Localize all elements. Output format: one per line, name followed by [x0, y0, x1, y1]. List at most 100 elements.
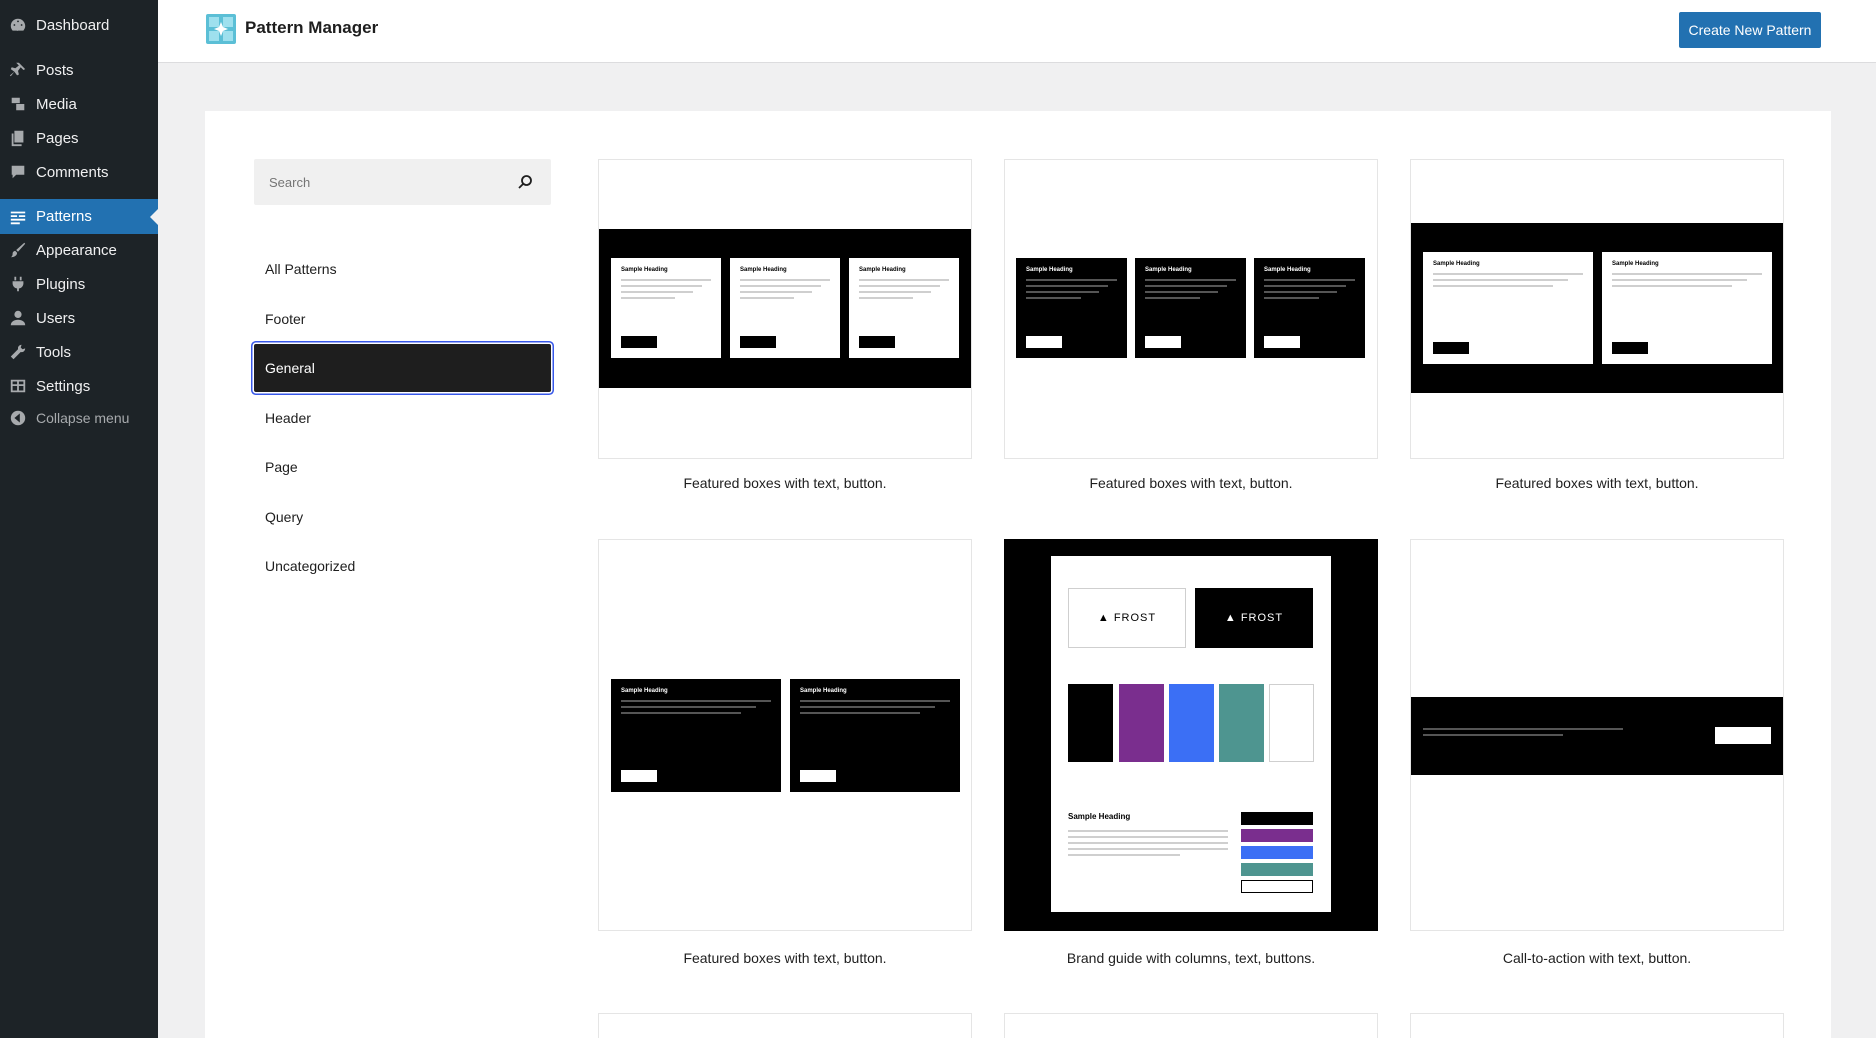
- color-swatch-black: [1068, 684, 1113, 762]
- preview-box: Sample Heading: [611, 258, 721, 358]
- preview-band: Sample Heading Sample Heading: [1411, 223, 1783, 393]
- preview-button: [1612, 342, 1648, 354]
- preview-box: Sample Heading: [730, 258, 840, 358]
- sidebar-item-label: Dashboard: [36, 16, 110, 34]
- pattern-preview-card[interactable]: Sample Heading Sample Heading: [1410, 159, 1784, 459]
- preview-button: [1433, 342, 1469, 354]
- users-icon: [8, 308, 28, 328]
- preview-button: [800, 770, 836, 782]
- category-footer[interactable]: Footer: [254, 295, 551, 343]
- search-box: [254, 159, 551, 205]
- category-general[interactable]: General: [254, 344, 551, 392]
- category-query[interactable]: Query: [254, 493, 551, 541]
- frost-logo-light: ▲ FROST: [1068, 588, 1186, 648]
- preview-heading: Sample Heading: [740, 267, 787, 273]
- brand-guide-preview: ▲ FROST ▲ FROST Sample Heading: [1051, 556, 1331, 912]
- sidebar-item-dashboard[interactable]: Dashboard: [0, 8, 158, 42]
- pattern-preview-card[interactable]: Sample Heading Sample Heading Sample Hea…: [1004, 159, 1378, 459]
- preview-heading: Sample Heading: [1433, 261, 1480, 267]
- sidebar-item-label: Users: [36, 309, 76, 327]
- preview-box: Sample Heading: [1016, 258, 1127, 358]
- search-input[interactable]: [254, 159, 515, 205]
- pattern-caption: Featured boxes with text, button.: [683, 950, 887, 966]
- pattern-preview-card[interactable]: [1410, 539, 1784, 931]
- pattern-preview-card[interactable]: [1410, 1013, 1784, 1038]
- pattern-manager-panel: All Patterns Footer General Header Page …: [205, 111, 1831, 1038]
- pattern-preview-card[interactable]: Sample Heading Sample Heading Sample Hea…: [598, 159, 972, 459]
- sidebar-item-users[interactable]: Users: [0, 301, 158, 335]
- pattern-preview-card[interactable]: [1004, 1013, 1378, 1038]
- sidebar-item-appearance[interactable]: Appearance: [0, 233, 158, 267]
- color-swatch-teal: [1219, 684, 1264, 762]
- preview-box: Sample Heading: [611, 679, 781, 792]
- preview-heading: Sample Heading: [621, 688, 668, 694]
- preview-button: [1026, 336, 1062, 348]
- create-new-pattern-button[interactable]: Create New Pattern: [1679, 12, 1821, 48]
- sidebar-item-label: Posts: [36, 61, 74, 79]
- plugins-icon: [8, 274, 28, 294]
- sidebar-item-label: Media: [36, 95, 77, 113]
- preview-button: [1264, 336, 1300, 348]
- admin-sidebar: Dashboard Posts Media Pages Comments Pat…: [0, 0, 158, 1038]
- category-uncategorized[interactable]: Uncategorized: [254, 542, 551, 590]
- pattern-caption: Brand guide with columns, text, buttons.: [1066, 950, 1316, 966]
- color-swatch-purple: [1119, 684, 1164, 762]
- sidebar-item-patterns[interactable]: Patterns: [0, 199, 158, 234]
- preview-box: Sample Heading: [1602, 252, 1772, 364]
- sidebar-item-plugins[interactable]: Plugins: [0, 267, 158, 301]
- preview-heading: Sample Heading: [800, 688, 847, 694]
- preview-heading: Sample Heading: [1068, 812, 1131, 821]
- category-page[interactable]: Page: [254, 443, 551, 491]
- preview-button: [740, 336, 776, 348]
- preview-button: [621, 770, 657, 782]
- preview-heading: Sample Heading: [621, 267, 668, 273]
- pattern-preview-card[interactable]: [598, 1013, 972, 1038]
- search-icon[interactable]: [515, 172, 535, 192]
- sidebar-item-label: Settings: [36, 377, 91, 395]
- sidebar-item-media[interactable]: Media: [0, 87, 158, 121]
- collapse-menu-button[interactable]: Collapse menu: [0, 401, 158, 435]
- color-swatch-blue: [1169, 684, 1214, 762]
- pattern-caption: Featured boxes with text, button.: [1089, 475, 1293, 491]
- preview-heading: Sample Heading: [859, 267, 906, 273]
- preview-box: Sample Heading: [1254, 258, 1365, 358]
- sidebar-item-label: Comments: [36, 163, 109, 181]
- cta-band: [1411, 697, 1783, 775]
- sidebar-item-label: Patterns: [36, 208, 92, 225]
- preview-heading: Sample Heading: [1264, 267, 1311, 273]
- pattern-preview-card[interactable]: Sample Heading Sample Heading: [598, 539, 972, 931]
- sidebar-item-comments[interactable]: Comments: [0, 155, 158, 189]
- preview-box: Sample Heading: [790, 679, 960, 792]
- category-header[interactable]: Header: [254, 394, 551, 442]
- sidebar-item-tools[interactable]: Tools: [0, 335, 158, 369]
- collapse-icon: [8, 408, 28, 428]
- sidebar-item-label: Pages: [36, 129, 79, 147]
- settings-icon: [8, 376, 28, 396]
- preview-button: [859, 336, 895, 348]
- category-all-patterns[interactable]: All Patterns: [254, 245, 551, 293]
- preview-button-fill: [1241, 812, 1313, 825]
- preview-box: Sample Heading: [1135, 258, 1246, 358]
- pattern-caption: Featured boxes with text, button.: [1495, 475, 1699, 491]
- pin-icon: [8, 60, 28, 80]
- pages-icon: [8, 128, 28, 148]
- paintbrush-icon: [8, 240, 28, 260]
- collapse-menu-label: Collapse menu: [36, 410, 130, 426]
- color-swatch-white: [1269, 684, 1314, 762]
- pattern-preview-card[interactable]: ▲ FROST ▲ FROST Sample Heading: [1004, 539, 1378, 931]
- dashboard-icon: [8, 15, 28, 35]
- sidebar-item-settings[interactable]: Settings: [0, 369, 158, 403]
- preview-button-secondary: [1241, 846, 1313, 859]
- sidebar-item-pages[interactable]: Pages: [0, 121, 158, 155]
- sidebar-item-posts[interactable]: Posts: [0, 53, 158, 87]
- preview-heading: Sample Heading: [1026, 267, 1073, 273]
- preview-button: [1145, 336, 1181, 348]
- top-header: Pattern Manager Create New Pattern: [158, 0, 1876, 63]
- app-title: Pattern Manager: [245, 18, 379, 37]
- preview-band: Sample Heading Sample Heading Sample Hea…: [599, 229, 971, 388]
- preview-heading: Sample Heading: [1612, 261, 1659, 267]
- comments-icon: [8, 162, 28, 182]
- sidebar-item-label: Tools: [36, 343, 72, 361]
- frost-logo-dark: ▲ FROST: [1195, 588, 1313, 648]
- preview-button-outline: [1241, 880, 1313, 893]
